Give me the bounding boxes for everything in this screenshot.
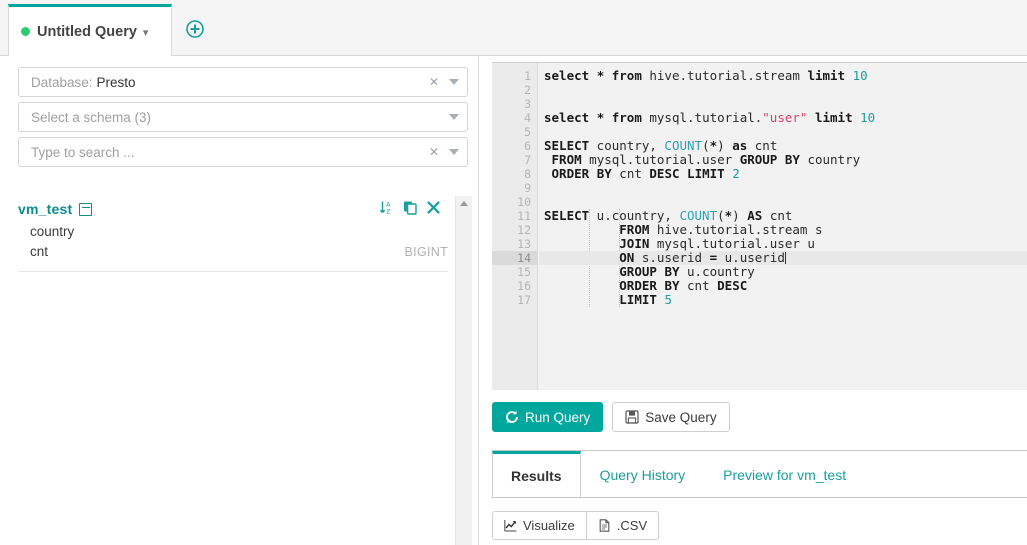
line-number: 10 [517, 195, 531, 209]
editor-gutter: 1 2 3 4 5 6 7 8 9 10 11 12 13 14 15 16 17 [492, 63, 538, 390]
line-number: 16 [517, 279, 531, 293]
database-select[interactable]: Database: Presto ✕ [18, 67, 468, 97]
plus-circle-icon[interactable] [186, 20, 204, 38]
code-line: ON s.userid = u.userid [619, 250, 785, 265]
chevron-up-icon[interactable] [460, 201, 468, 206]
tab-results-label: Results [511, 467, 562, 484]
line-number: 9 [524, 181, 531, 195]
refresh-icon [506, 410, 518, 424]
schema-placeholder: Select a schema (3) [31, 109, 152, 125]
tab-preview-label: Preview for vm_test [723, 466, 847, 483]
visualize-button[interactable]: Visualize [492, 511, 587, 540]
chart-line-icon [504, 520, 517, 532]
table-search-input[interactable]: Type to search ... ✕ [18, 137, 468, 167]
column-name: country [30, 224, 75, 239]
panel-divider [478, 56, 479, 545]
close-icon[interactable]: ✕ [429, 146, 439, 158]
caret-down-icon[interactable] [449, 114, 459, 120]
tab-preview[interactable]: Preview for vm_test [704, 451, 865, 498]
code-line: ORDER BY cnt DESC [619, 278, 748, 293]
run-query-label: Run Query [525, 409, 591, 425]
svg-text:A: A [386, 201, 391, 208]
tab-label: Untitled Query [37, 23, 137, 40]
run-query-button[interactable]: Run Query [492, 402, 604, 432]
status-dot [21, 27, 30, 36]
table-header[interactable]: vm_test [18, 201, 93, 217]
caret-down-icon[interactable] [449, 79, 459, 85]
table-name: vm_test [18, 201, 73, 217]
line-number: 8 [524, 167, 531, 181]
line-number: 1 [524, 69, 531, 83]
results-tabs: Results Query History Preview for vm_tes… [492, 451, 1027, 498]
table-actions: A Z [379, 200, 440, 218]
line-number: 5 [524, 125, 531, 139]
results-toolbar: Visualize .CSV [492, 511, 660, 540]
text-cursor [784, 252, 786, 264]
search-placeholder: Type to search ... [31, 144, 135, 160]
svg-text:Z: Z [386, 208, 390, 215]
visualize-label: Visualize [523, 518, 575, 533]
database-label: Database: [31, 74, 93, 90]
line-number: 11 [517, 209, 531, 223]
editor-actions: Run Query Save Query [492, 402, 730, 432]
collapse-minus-icon[interactable] [79, 202, 93, 216]
line-number: 17 [517, 293, 531, 307]
code-line: select * from hive.tutorial.stream limit… [544, 68, 868, 83]
line-number: 12 [517, 223, 531, 237]
file-icon [599, 519, 610, 532]
code-line: select * from mysql.tutorial."user" limi… [544, 110, 876, 125]
schema-select[interactable]: Select a schema (3) [18, 102, 468, 132]
sql-editor[interactable]: 1 2 3 4 5 6 7 8 9 10 11 12 13 14 15 16 17 select * from … [492, 62, 1027, 390]
code-line: JOIN mysql.tutorial.user u [619, 236, 815, 251]
caret-down-icon[interactable] [449, 149, 459, 155]
line-number: 15 [517, 265, 531, 279]
save-query-label: Save Query [645, 409, 717, 425]
floppy-disk-icon [625, 410, 639, 424]
editor-code-area[interactable]: select * from hive.tutorial.stream limit… [539, 63, 1027, 390]
tab-query-history[interactable]: Query History [581, 451, 705, 498]
tab-results[interactable]: Results [492, 451, 581, 498]
line-number: 13 [517, 237, 531, 251]
column-row[interactable]: country [30, 224, 448, 239]
line-number: 2 [524, 83, 531, 97]
close-icon[interactable] [427, 201, 440, 217]
code-line: SELECT u.country, COUNT(*) AS cnt [544, 208, 793, 223]
sort-alpha-icon[interactable]: A Z [379, 200, 394, 218]
results-bottom-divider [492, 497, 1027, 498]
code-line: FROM hive.tutorial.stream s [619, 222, 823, 237]
sidebar: Database: Presto ✕ Select a schema (3) T… [0, 56, 478, 545]
copy-icon[interactable] [403, 200, 418, 218]
database-value: Presto [96, 74, 136, 90]
tab-untitled-query[interactable]: Untitled Query ▾ [8, 4, 172, 56]
close-icon[interactable]: ✕ [429, 76, 439, 88]
code-line: LIMIT 5 [619, 292, 672, 307]
tab-bar: Untitled Query ▾ [0, 0, 1027, 56]
code-line: SELECT country, COUNT(*) as cnt [544, 138, 778, 153]
column-name: cnt [30, 244, 49, 259]
line-number: 7 [524, 153, 531, 167]
column-row[interactable]: cnt BIGINT [30, 244, 448, 259]
code-line: FROM mysql.tutorial.user GROUP BY countr… [551, 152, 861, 167]
code-line: ORDER BY cnt DESC LIMIT 2 [551, 166, 740, 181]
code-line: GROUP BY u.country [619, 264, 755, 279]
save-query-button[interactable]: Save Query [612, 402, 730, 432]
csv-label: .CSV [616, 518, 648, 533]
tree-divider [18, 271, 448, 272]
line-number: 14 [517, 251, 531, 265]
line-number: 4 [524, 111, 531, 125]
table-tree: vm_test A Z country cnt BIGINT [0, 196, 478, 545]
column-type: BIGINT [404, 244, 448, 259]
csv-button[interactable]: .CSV [586, 511, 660, 540]
line-number: 3 [524, 97, 531, 111]
sidebar-scrollbar[interactable] [455, 196, 472, 545]
tab-query-history-label: Query History [599, 466, 686, 483]
line-number: 6 [524, 139, 531, 153]
chevron-down-icon[interactable]: ▾ [143, 28, 149, 39]
